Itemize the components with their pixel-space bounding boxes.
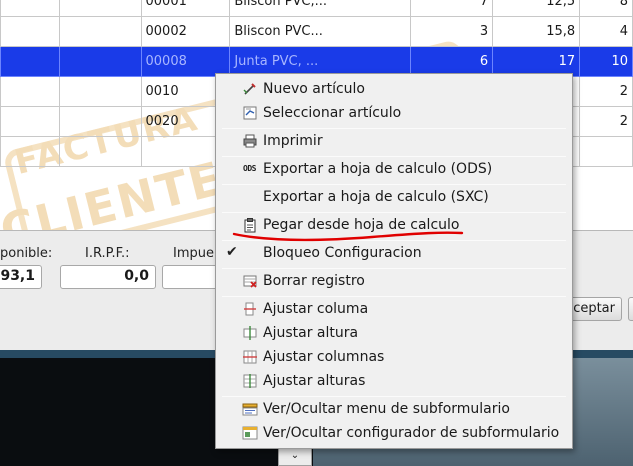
disponible-label: ponible: [0,246,53,261]
ods-icon: ODS [243,164,256,173]
menu-item-toggle-submenu[interactable]: Ver/Ocultar menu de subformulario [216,397,572,421]
menu-item-adjust-columns[interactable]: Ajustar columnas [216,345,572,369]
impuestos-label: Impue [173,246,214,261]
submenu-icon [242,403,258,416]
adjust-column-icon [244,302,256,316]
menu-item-adjust-height[interactable]: Ajustar altura [216,321,572,345]
irpf-label: I.R.P.F.: [85,246,130,261]
context-menu: Nuevo artículo Seleccionar artículo Impr… [215,73,573,449]
subconfig-icon [242,426,258,440]
impuestos-field[interactable] [162,265,222,289]
menu-item-new-article[interactable]: Nuevo artículo [216,77,572,101]
select-article-icon [243,106,257,120]
disponible-field[interactable]: 93,1 [0,265,42,289]
table-row[interactable]: 00001 Bliscon PVC,... 7 12,5 8 [0,0,633,17]
extra-button[interactable] [628,297,633,321]
menu-item-adjust-heights[interactable]: Ajustar alturas [216,369,572,393]
print-icon [243,134,257,148]
adjust-height-icon [243,326,257,340]
menu-item-adjust-column[interactable]: Ajustar columa [216,297,572,321]
menu-item-delete-record[interactable]: Borrar registro [216,269,572,293]
new-article-icon [243,83,256,95]
check-icon: ✔ [226,244,238,260]
clipboard-icon [244,218,256,233]
table-row-selected[interactable]: 00008 Junta PVC, ... 6 17 10 [0,46,633,77]
menu-item-export-ods[interactable]: ODS Exportar a hoja de calculo (ODS) [216,157,572,181]
menu-item-select-article[interactable]: Seleccionar artículo [216,101,572,125]
menu-item-paste-spreadsheet[interactable]: Pegar desde hoja de calculo [216,213,572,237]
adjust-heights-icon [243,374,257,388]
adjust-columns-icon [243,350,257,364]
menu-item-lock-config[interactable]: ✔ Bloqueo Configuracion [216,241,572,265]
menu-item-print[interactable]: Imprimir [216,129,572,153]
irpf-field[interactable]: 0,0 [60,265,156,289]
menu-item-toggle-subconfig[interactable]: Ver/Ocultar configurador de subformulari… [216,421,572,445]
delete-record-icon [243,275,257,288]
table-row[interactable]: 00002 Bliscon PVC... 3 15,8 4 [0,16,633,47]
menu-item-export-sxc[interactable]: Exportar a hoja de calculo (SXC) [216,185,572,209]
